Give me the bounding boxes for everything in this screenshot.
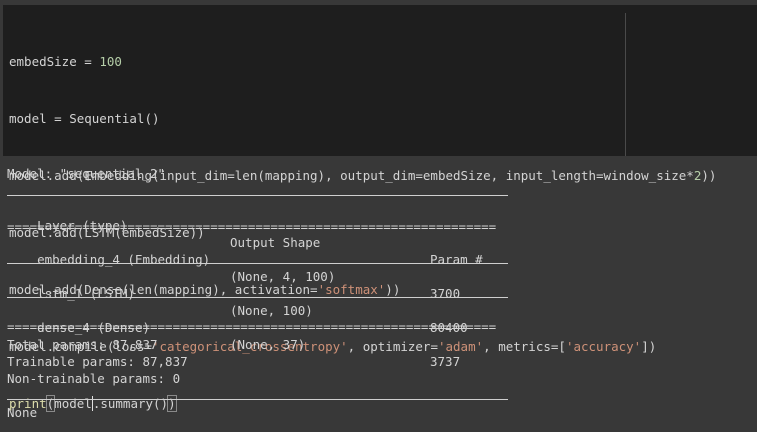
- table-footer-separator: ========================================…: [7, 322, 497, 332]
- table-header-separator: ========================================…: [7, 222, 497, 232]
- code-text: embedSize =: [9, 54, 100, 69]
- row-shape: (None, 37): [230, 337, 306, 352]
- row-param: 3737: [430, 354, 461, 369]
- code-text: , optimizer=: [347, 339, 438, 354]
- table-row: embedding_4 (Embedding) (None, 4, 100) 3…: [7, 234, 509, 301]
- total-params: Total params: 87,837: [7, 337, 158, 352]
- row-divider: [7, 297, 508, 298]
- code-text: , metrics=[: [483, 339, 566, 354]
- table-row: lstm_1 (LSTM) (None, 100) 80400: [7, 268, 509, 335]
- code-line-2[interactable]: model = Sequential(): [9, 109, 716, 128]
- table-top-rule: [7, 195, 508, 196]
- row-divider: [7, 263, 508, 264]
- code-text: )): [701, 168, 717, 183]
- non-trainable-params: Non-trainable params: 0: [7, 371, 181, 386]
- row-layer: lstm_1 (LSTM): [37, 286, 135, 301]
- code-cell-editor[interactable]: embedSize = 100 model = Sequential() mod…: [3, 5, 757, 412]
- trainable-params: Trainable params: 87,837: [7, 354, 188, 369]
- notebook-page: embedSize = 100 model = Sequential() mod…: [0, 0, 757, 432]
- code-string: 'adam': [437, 339, 484, 354]
- header-param-count: Param #: [430, 252, 483, 267]
- table-row: dense_4 (Dense) (None, 37) 3737: [7, 302, 509, 369]
- row-layer: embedding_4 (Embedding): [37, 252, 211, 267]
- model-name-line: Model: "sequential_2": [7, 166, 166, 181]
- row-param: 3700: [430, 286, 461, 301]
- code-text: model = Sequential(): [9, 111, 160, 126]
- code-line-1[interactable]: embedSize = 100: [9, 52, 716, 71]
- code-number: 100: [99, 54, 122, 69]
- code-text: ]): [641, 339, 657, 354]
- code-string: 'accuracy': [565, 339, 642, 354]
- summary-bottom-rule: [7, 399, 508, 400]
- return-value: None: [7, 405, 38, 420]
- table-header-row: Layer (type) Output Shape Param #: [7, 200, 509, 267]
- code-line-7[interactable]: print(model.summary()): [9, 394, 716, 413]
